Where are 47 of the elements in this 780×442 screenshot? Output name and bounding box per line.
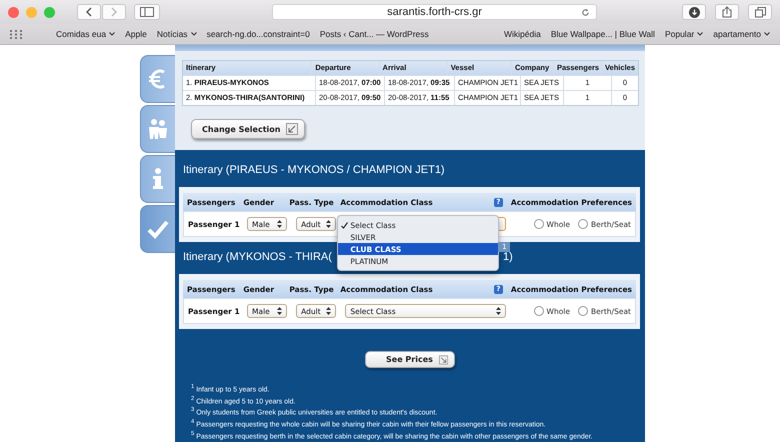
arrow-icon xyxy=(438,354,448,366)
back-icon xyxy=(85,7,93,17)
download-icon xyxy=(688,6,700,18)
price-tab[interactable] xyxy=(140,55,175,103)
sidebar-button[interactable] xyxy=(134,4,160,20)
stepper-icon xyxy=(277,220,282,228)
download-button[interactable] xyxy=(682,4,706,20)
see-prices-button[interactable]: See Prices xyxy=(365,351,455,368)
share-button[interactable] xyxy=(715,4,739,20)
itinerary-title: Itinerary (MYKONOS - THIRA( xyxy=(183,251,332,265)
itinerary-title: Itinerary (PIRAEUS - MYKONOS / CHAMPION JET1) xyxy=(182,163,446,178)
bookmark-link[interactable]: apartamento xyxy=(713,29,761,39)
sidebar-icon xyxy=(140,7,154,17)
bookmark-link[interactable]: Apple xyxy=(125,29,147,39)
tabs-icon xyxy=(754,6,766,18)
reload-icon[interactable] xyxy=(581,8,590,17)
passengers-tab[interactable] xyxy=(140,105,175,153)
confirm-tab[interactable] xyxy=(140,205,175,253)
bookmark-link[interactable]: Wikipédia xyxy=(504,29,541,39)
bookmark-link[interactable]: Notícias xyxy=(156,29,188,39)
bookmark-link[interactable]: Posts ‹ Cant... — WordPress xyxy=(320,29,429,39)
tabs-button[interactable] xyxy=(748,4,772,20)
stepper-icon xyxy=(496,307,502,315)
address-bar[interactable]: sarantis.forth-crs.gr xyxy=(272,4,597,20)
close-button[interactable] xyxy=(8,6,19,18)
itinerary-title: 1) xyxy=(503,251,513,265)
bookmark-link[interactable]: Comidas eua xyxy=(56,29,106,39)
apps-grid-icon[interactable] xyxy=(10,30,22,38)
checkmark-icon xyxy=(147,218,169,240)
info-tab[interactable] xyxy=(140,155,175,203)
forward-icon xyxy=(110,7,118,17)
bookmark-link[interactable]: Blue Wallpape... | Blue Wall xyxy=(550,29,655,39)
stepper-icon xyxy=(277,307,282,315)
chevron-icon[interactable] xyxy=(190,32,197,36)
back-button[interactable] xyxy=(77,4,101,20)
arrow-icon xyxy=(286,123,298,135)
chevron-icon[interactable] xyxy=(764,32,770,36)
check-icon xyxy=(340,222,348,228)
stepper-icon xyxy=(326,307,332,315)
change-selection-button[interactable]: Change Selection xyxy=(191,119,306,139)
bookmark-link[interactable]: Popular xyxy=(664,29,694,39)
stepper-icon xyxy=(326,220,332,228)
share-icon xyxy=(722,6,732,18)
chevron-icon[interactable] xyxy=(109,32,116,36)
people-icon xyxy=(148,118,168,140)
chevron-icon[interactable] xyxy=(697,32,704,36)
bookmark-link[interactable]: search-ng.do...constraint=0 xyxy=(206,29,310,39)
